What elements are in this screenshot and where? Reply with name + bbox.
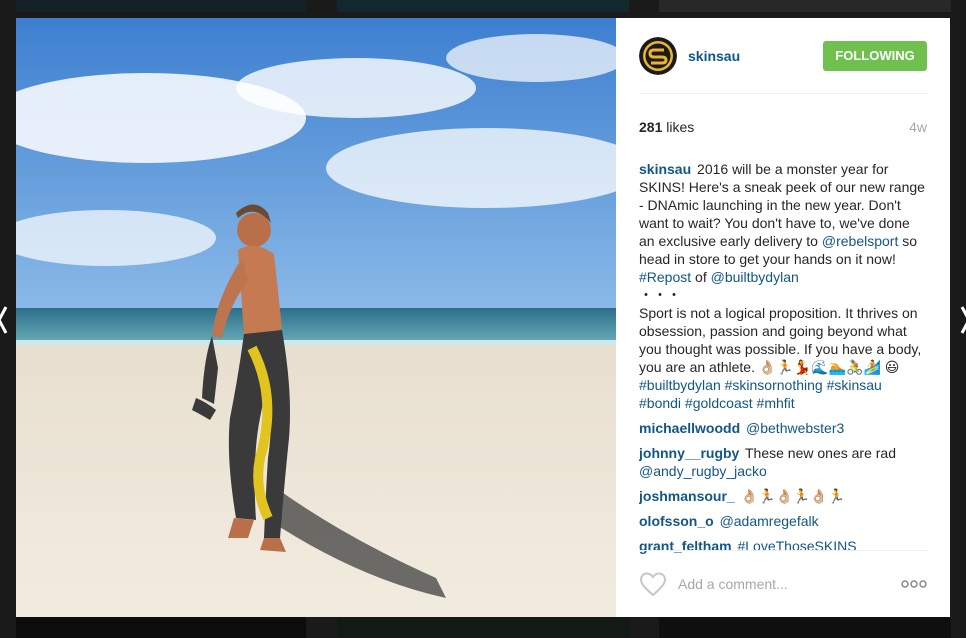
heart-icon[interactable]	[639, 571, 667, 597]
likes-count[interactable]: 281 likes	[639, 119, 694, 135]
mention-link[interactable]: @builtbydylan	[711, 269, 799, 285]
caption-text: of	[695, 269, 707, 285]
comment-username[interactable]: olofsson_o	[639, 513, 714, 529]
post-header: skinsau FOLLOWING	[639, 18, 927, 94]
comment-text: 👌🏼🏃👌🏼🏃👌🏼🏃	[740, 488, 846, 504]
skins-logo-icon	[639, 36, 677, 75]
comment-text[interactable]: @adamregefalk	[720, 513, 819, 529]
comment-item: joshmansour_ 👌🏼🏃👌🏼🏃👌🏼🏃	[639, 487, 927, 505]
comment-item: olofsson_o @adamregefalk	[639, 512, 927, 530]
caption-username[interactable]: skinsau	[639, 161, 691, 177]
comment-item: michaellwoodd @bethwebster3	[639, 419, 927, 437]
caption: skinsau 2016 will be a monster year for …	[639, 160, 927, 412]
previous-post-arrow[interactable]	[0, 303, 10, 337]
post-sidebar: skinsau FOLLOWING 281 likes 4w skinsau 2…	[616, 18, 950, 617]
post-username[interactable]: skinsau	[688, 48, 823, 64]
caption-text: Sport is not a logical proposition. It t…	[639, 305, 922, 375]
next-post-arrow[interactable]	[958, 303, 966, 337]
post-age[interactable]: 4w	[909, 119, 927, 135]
caption-emoji: 😃	[884, 359, 900, 375]
hashtag-links[interactable]: #builtbydylan #skinsornothing #skinsau #…	[639, 377, 882, 411]
comment-item: johnny__rugby These new ones are rad @an…	[639, 444, 927, 480]
chevron-right-icon	[960, 306, 966, 334]
post-stats: 281 likes 4w	[639, 94, 927, 154]
mention-link[interactable]: @rebelsport	[822, 233, 898, 249]
comment-text[interactable]: @bethwebster3	[746, 420, 844, 436]
more-options-icon[interactable]	[901, 579, 927, 589]
comment-mention-link[interactable]: @andy_rugby_jacko	[639, 463, 767, 479]
comment-username[interactable]: johnny__rugby	[639, 445, 739, 461]
comment-input[interactable]	[678, 576, 901, 592]
comment-username[interactable]: michaellwoodd	[639, 420, 740, 436]
comment-username[interactable]: joshmansour_	[639, 488, 735, 504]
post-modal: skinsau FOLLOWING 281 likes 4w skinsau 2…	[16, 18, 950, 617]
avatar[interactable]	[639, 36, 677, 75]
comments-list[interactable]: skinsau 2016 will be a monster year for …	[639, 154, 927, 569]
hashtag-link[interactable]: #Repost	[639, 269, 691, 285]
post-photo[interactable]	[16, 18, 616, 617]
following-button[interactable]: FOLLOWING	[823, 40, 927, 71]
likes-number: 281	[639, 119, 663, 135]
chevron-left-icon	[0, 306, 8, 334]
comment-text: These new ones are rad	[745, 445, 896, 461]
caption-separator: ・・・	[639, 287, 681, 303]
post-footer	[639, 550, 927, 617]
likes-word: likes	[666, 119, 695, 135]
